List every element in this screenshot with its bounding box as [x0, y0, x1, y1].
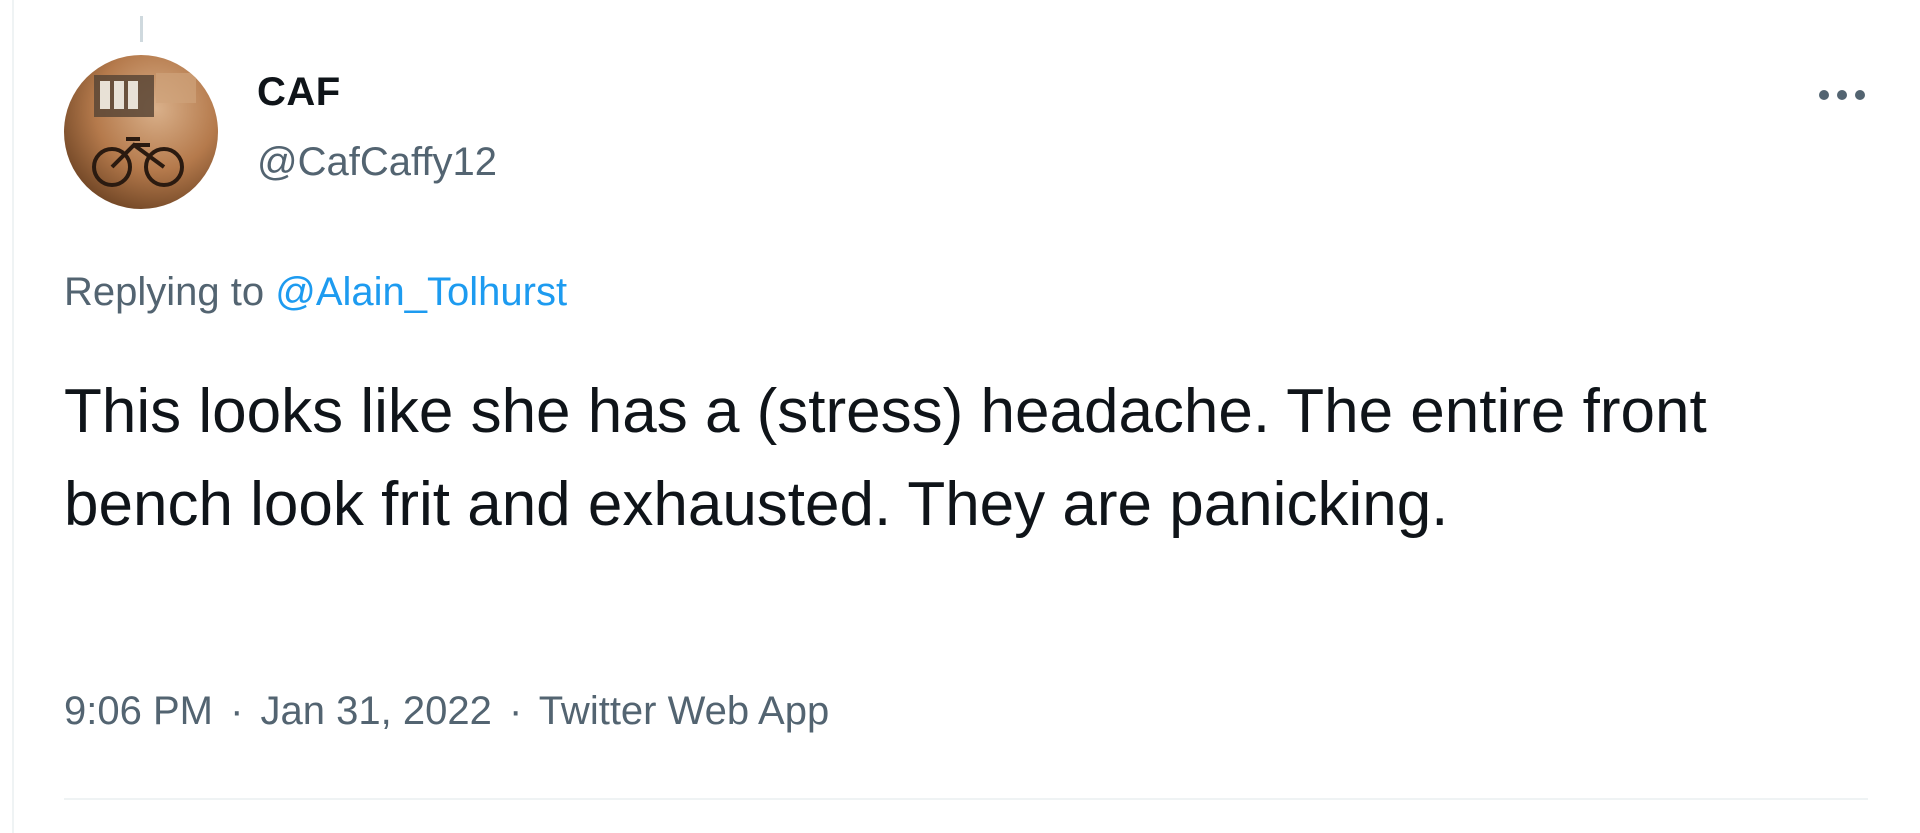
tweet-text: This looks like she has a (stress) heada… — [64, 377, 1707, 539]
display-name[interactable]: CAF — [257, 70, 341, 115]
meta-separator: · — [508, 689, 523, 733]
tweet-date[interactable]: Jan 31, 2022 — [261, 689, 492, 733]
tweet-time[interactable]: 9:06 PM — [64, 689, 213, 733]
replying-to: Replying to @Alain_Tolhurst — [64, 270, 567, 315]
tweet-source[interactable]: Twitter Web App — [539, 689, 830, 733]
more-horizontal-icon[interactable] — [1814, 80, 1870, 110]
avatar-image — [92, 73, 196, 187]
meta-separator: · — [230, 689, 244, 733]
user-handle[interactable]: @CafCaffy12 — [257, 140, 497, 185]
avatar[interactable] — [64, 55, 218, 209]
left-border — [12, 0, 14, 833]
replying-to-label: Replying to — [64, 270, 265, 314]
divider — [64, 798, 1868, 800]
tweet-meta: 9:06 PM · Jan 31, 2022 · Twitter Web App — [64, 689, 829, 734]
reply-mention-link[interactable]: @Alain_Tolhurst — [275, 270, 567, 314]
thread-connector-line — [140, 16, 143, 42]
